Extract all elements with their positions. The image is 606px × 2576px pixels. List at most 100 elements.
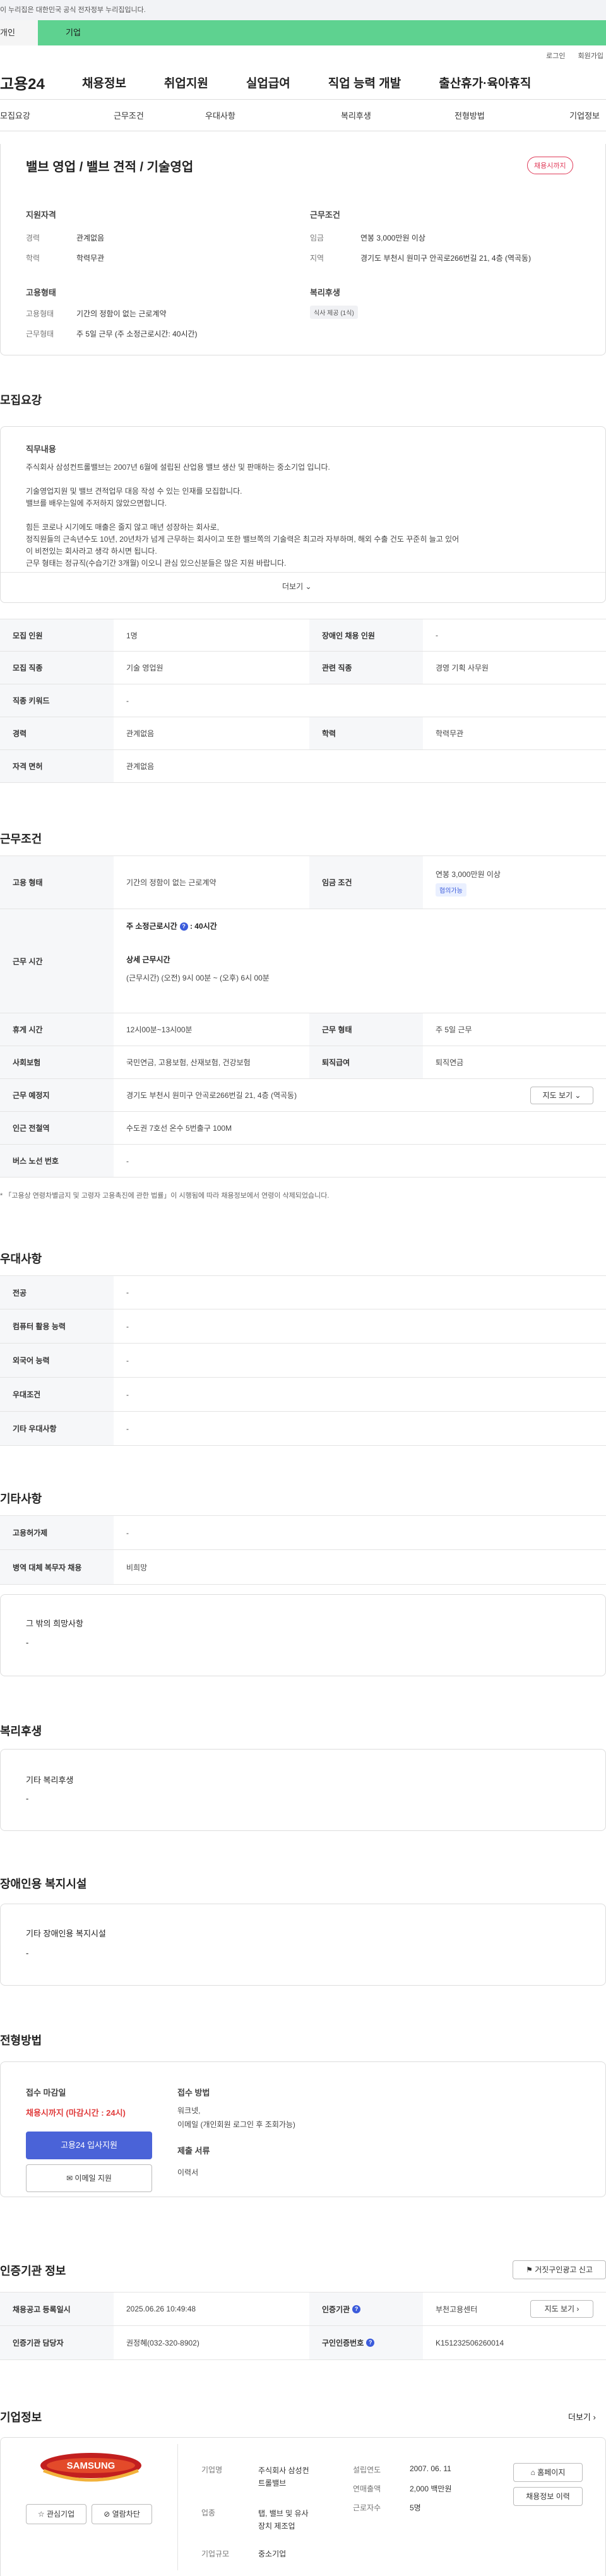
deadline-title: 접수 마감일 — [26, 2088, 66, 2097]
homepage-button[interactable]: ⌂ 홈페이지 — [513, 2463, 583, 2482]
cell-label: 외국어 능력 — [0, 1344, 114, 1377]
apply-button[interactable]: 고용24 입사지원 — [26, 2132, 152, 2159]
location-label: 지역 — [310, 254, 324, 263]
etc-box-title: 그 밖의 희망사항 — [26, 1619, 83, 1628]
cell-value: 비희망 — [126, 1563, 148, 1572]
table-row: 채용공고 등록일시 2025.06.26 10:49:48 인증기관? 부천고용… — [0, 2292, 606, 2326]
map-button-label: 지도 보기 — [542, 1091, 573, 1100]
mail-icon: ✉ — [66, 2174, 73, 2183]
tab-company[interactable]: 기업 — [38, 20, 606, 45]
cell-value: - — [126, 1288, 129, 1297]
section-nav-welfare[interactable]: 복리후생 — [341, 109, 454, 121]
cell-label: 휴게 시간 — [0, 1013, 114, 1046]
info-icon[interactable]: ? — [366, 2339, 375, 2347]
disability-box: 기타 장애인용 복지시설 - — [0, 1904, 606, 1986]
section-nav-conditions[interactable]: 근무조건 — [114, 109, 205, 121]
gov-banner-text: 이 누리집은 대한민국 공식 전자정부 누리집입니다. — [0, 6, 146, 14]
cell-value: 2025.06.26 10:49:48 — [126, 2305, 196, 2313]
detail-hours-title: 상세 근무시간 — [126, 955, 170, 964]
top-tabs: 개인 기업 — [0, 20, 606, 45]
cell-label: 인증기관? — [309, 2293, 423, 2325]
table-row: 우대조건 - — [0, 1378, 606, 1412]
deadline-badge: 채용시까지 — [527, 157, 573, 174]
size-value: 중소기업 — [258, 2549, 287, 2558]
cell-value: 권정혜(032-320-8902) — [126, 2339, 199, 2347]
cell-value: 퇴직연금 — [436, 1058, 464, 1067]
cell-label: 고용 형태 — [0, 856, 114, 909]
site-logo[interactable]: 고용24 — [0, 71, 88, 93]
etc-box-value: - — [26, 1638, 29, 1647]
company-name-label: 기업명 — [201, 2466, 223, 2474]
job-title: 밸브 영업 / 밸브 견적 / 기술영업 — [26, 160, 194, 174]
cell-value: 국민연금, 고용보험, 산재보험, 건강보험 — [126, 1058, 251, 1067]
cell-label: 인증기관 담당자 — [0, 2326, 114, 2359]
gnb-item-jobs[interactable]: 채용정보 — [82, 74, 126, 91]
table-row: 고용 형태 기간의 정함이 없는 근로계약 임금 조건 연봉 3,000만원 이… — [0, 856, 606, 909]
table-row: 휴게 시간 12시00분~13시00분 근무 형태 주 5일 근무 — [0, 1013, 606, 1046]
company-logo-image: SAMSUNG — [40, 2453, 141, 2482]
info-icon[interactable]: ? — [352, 2305, 361, 2313]
company-logo-text: SAMSUNG — [67, 2460, 116, 2471]
email-apply-button[interactable]: ✉ 이메일 지원 — [26, 2164, 152, 2192]
section-nav-recruit[interactable]: 모집요강 — [0, 109, 114, 121]
divider — [1, 572, 605, 573]
cert-map-label: 지도 보기 — [544, 2305, 575, 2313]
cell-value: 12시00분~13시00분 — [126, 1025, 193, 1034]
global-nav: 고용24 채용정보 취업지원 실업급여 직업 능력 개발 출산휴가·육아휴직 — [0, 66, 606, 100]
cert-map-button[interactable]: 지도 보기 › — [530, 2300, 593, 2318]
signup-link[interactable]: 회원가입 — [578, 51, 603, 61]
gnb-item-training[interactable]: 직업 능력 개발 — [328, 74, 401, 91]
info-icon[interactable]: ? — [179, 922, 188, 931]
company-name-line: 주식회사 삼성컨 — [258, 2466, 309, 2475]
report-icon: ⚑ — [526, 2265, 533, 2274]
section-nav-selection[interactable]: 전형방법 — [454, 109, 562, 121]
section-nav-preference[interactable]: 우대사항 — [205, 109, 341, 121]
report-button-label: 거짓구인광고 신고 — [535, 2265, 593, 2274]
company-logo: SAMSUNG — [37, 2452, 145, 2487]
chevron-down-icon: ⌄ — [305, 582, 312, 591]
company-name-line: 트롤밸브 — [258, 2479, 287, 2488]
employees-value: 5명 — [410, 2503, 421, 2512]
cell-value: 수도권 7호선 온수 5번출구 100M — [126, 1124, 232, 1133]
map-button[interactable]: 지도 보기 ⌄ — [530, 1087, 593, 1104]
gnb-item-support[interactable]: 취업지원 — [164, 74, 208, 91]
gnb-item-unemployment[interactable]: 실업급여 — [246, 74, 290, 91]
table-row: 모집 직종 기술 영업원 관련 직종 경영 기획 사무원 — [0, 652, 606, 684]
work-type-label: 근무형태 — [26, 330, 54, 338]
block-company-button[interactable]: ⊘ 열람차단 — [92, 2504, 152, 2524]
cell-value: 관계없음 — [126, 729, 155, 738]
cell-value: 경영 기획 사무원 — [436, 664, 489, 672]
login-link[interactable]: 로그인 — [546, 51, 565, 61]
sales-label: 연매출액 — [353, 2484, 381, 2493]
work-type-value: 주 5일 근무 (주 소정근로시간: 40시간) — [76, 330, 198, 338]
report-button[interactable]: ⚑ 거짓구인광고 신고 — [513, 2260, 606, 2279]
method-value-2: 이메일 (개인회원 로그인 후 조회가능) — [177, 2120, 295, 2129]
company-more-link[interactable]: 더보기 › — [568, 2411, 596, 2423]
interest-company-button[interactable]: ☆ 관심기업 — [26, 2504, 86, 2524]
cell-label: 인근 전철역 — [0, 1112, 114, 1144]
org-label: 인증기관 — [322, 2305, 350, 2314]
table-row: 근무 예정지 경기도 부천시 원미구 안곡로266번길 21, 4층 (역곡동) — [0, 1079, 606, 1112]
job-history-button[interactable]: 채용정보 이력 — [513, 2487, 583, 2506]
cell-value: - — [126, 1321, 129, 1331]
table-row: 근무 시간 주 소정근로시간? : 40시간 상세 근무시간 (근무시간) (오… — [0, 909, 606, 1013]
section-nav-company[interactable]: 기업정보 — [562, 109, 606, 121]
cell-label: 기타 우대사항 — [0, 1412, 114, 1445]
etc-box: 그 밖의 희망사항 - — [0, 1594, 606, 1676]
table-row: 직종 키워드 - — [0, 684, 606, 717]
more-button[interactable]: 더보기 ⌄ — [282, 581, 312, 592]
section-nav: 모집요강 근무조건 우대사항 복리후생 전형방법 기업정보 — [0, 100, 606, 131]
interest-label: 관심기업 — [46, 2510, 75, 2519]
sales-value: 2,000 백만원 — [410, 2484, 452, 2493]
disability-section-title: 장애인용 복지시설 — [0, 1878, 87, 1890]
table-row: 모집 인원 1명 장애인 채용 인원 - — [0, 619, 606, 652]
cell-label: 근무 시간 — [0, 909, 114, 1013]
gnb-item-leave[interactable]: 출산휴가·육아휴직 — [439, 74, 531, 91]
welfare-box-value: - — [26, 1794, 29, 1803]
utility-menu: 로그인 회원가입 — [0, 45, 606, 66]
tab-personal[interactable]: 개인 — [0, 20, 38, 45]
email-apply-label: 이메일 지원 — [74, 2174, 112, 2183]
cert-section-title: 인증기관 정보 — [0, 2265, 66, 2277]
table-row: 사회보험 국민연금, 고용보험, 산재보험, 건강보험 퇴직급여 퇴직연금 — [0, 1046, 606, 1079]
table-row: 자격 면허 관계없음 — [0, 750, 606, 783]
